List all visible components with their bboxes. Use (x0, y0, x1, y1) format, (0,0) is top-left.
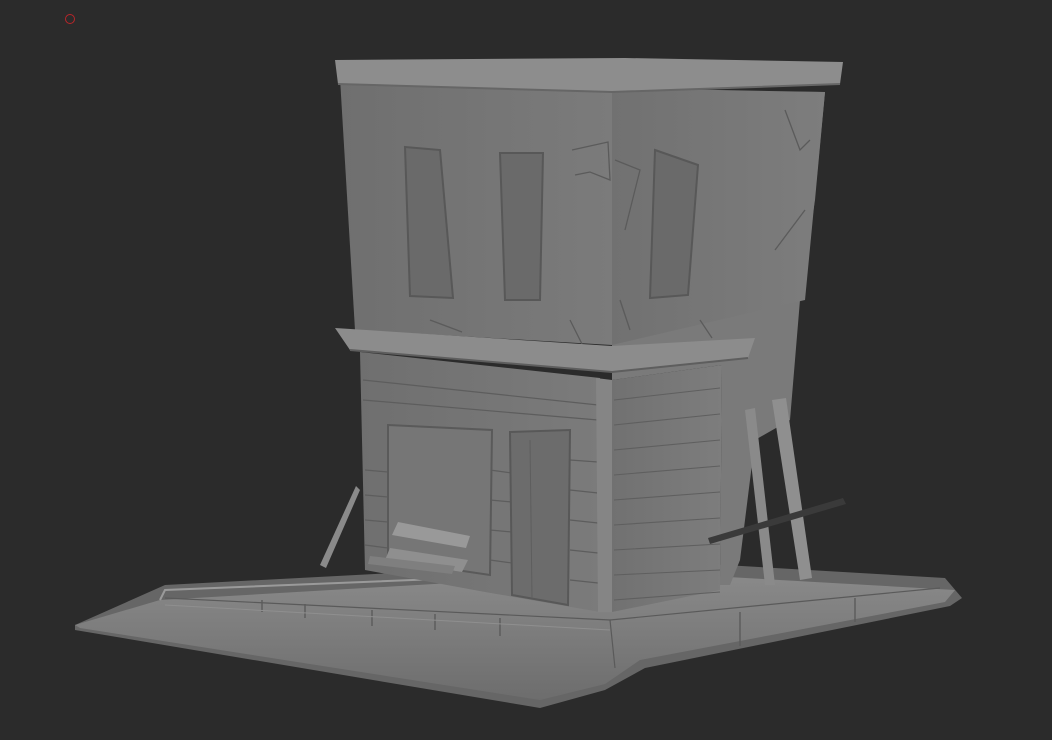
3d-viewport[interactable] (0, 0, 1052, 740)
ground-floor-left-wall (360, 352, 612, 612)
sculpt-model[interactable] (0, 0, 1052, 740)
ground-floor-right-wall (612, 365, 722, 612)
